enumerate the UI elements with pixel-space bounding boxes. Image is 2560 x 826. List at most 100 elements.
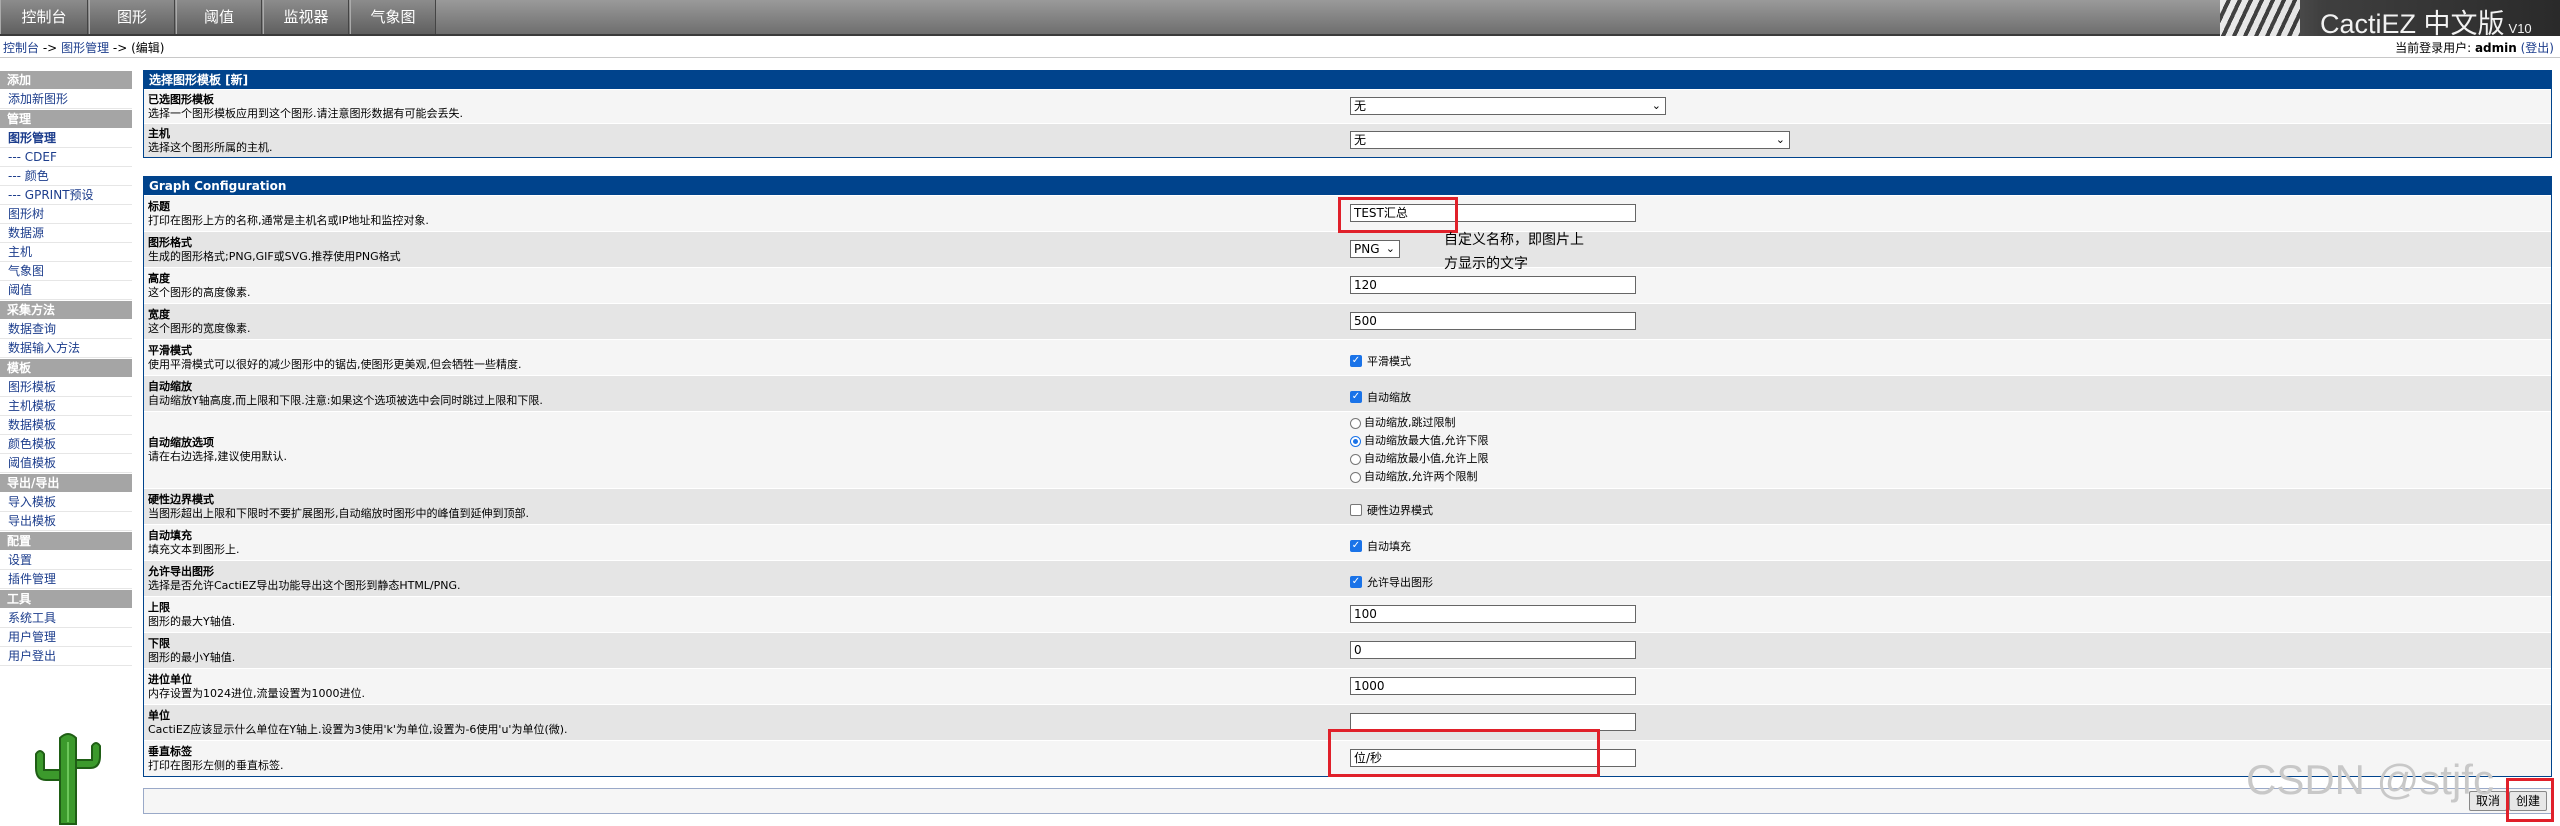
field-label-group: 允许导出图形 选择是否允许CactiEZ导出功能导出这个图形到静态HTML/PN… [148, 565, 461, 593]
field-description: 选择这个图形所属的主机. [148, 141, 273, 154]
slope-mode-checkbox[interactable]: ✓ [1350, 354, 1362, 367]
field-label-group: 宽度 这个图形的宽度像素. [148, 308, 251, 336]
host-select[interactable]: 无 ⌄ [1350, 131, 1790, 149]
field-label-group: 高度 这个图形的高度像素. [148, 272, 251, 300]
sidebar-item-graph-management[interactable]: 图形管理 [0, 129, 132, 148]
annotation-line: 方显示的文字 [1444, 256, 1528, 272]
checkbox-label: 平滑模式 [1367, 354, 1411, 368]
lower-limit-input[interactable]: 0 [1350, 641, 1636, 659]
radio-option[interactable]: 自动缩放,允许两个限制 [1350, 468, 1489, 486]
sidebar-item-gprint[interactable]: --- GPRINT预设 [0, 186, 132, 205]
radio-option[interactable]: 自动缩放最小值,允许上限 [1350, 450, 1489, 468]
sidebar-item-cdef[interactable]: --- CDEF [0, 148, 132, 167]
menu-header-collection: 采集方法 [0, 301, 132, 319]
radio-option[interactable]: 自动缩放最大值,允许下限 [1350, 432, 1489, 450]
field-description: 打印在图形上方的名称,通常是主机名或IP地址和监控对象. [148, 214, 429, 227]
rigid-mode-checkbox[interactable] [1350, 503, 1362, 516]
sidebar-item-thresholds[interactable]: 阈值 [0, 281, 132, 300]
radio-option[interactable]: 自动缩放,跳过限制 [1350, 414, 1489, 432]
field-description: 请在右边选择,建议使用默认. [148, 450, 287, 463]
sidebar-item-data-queries[interactable]: 数据查询 [0, 320, 132, 339]
radio-button[interactable] [1350, 417, 1361, 429]
logout-link[interactable]: (登出) [2521, 41, 2554, 55]
tab-graphs[interactable]: 图形 [89, 0, 175, 34]
sidebar-item-logout[interactable]: 用户登出 [0, 647, 132, 666]
radio-button[interactable] [1350, 471, 1361, 483]
form-row-auto-scale-options: 自动缩放选项 请在右边选择,建议使用默认. 自动缩放,跳过限制 自动缩放最大值,… [144, 411, 2551, 488]
radio-label: 自动缩放最小值,允许上限 [1364, 452, 1489, 465]
menu-header-templates: 模板 [0, 359, 132, 377]
sidebar-item-settings[interactable]: 设置 [0, 551, 132, 570]
field-label-group: 自动缩放 自动缩放Y轴高度,而上限和下限.注意:如果这个选项被选中会同时跳过上限… [148, 380, 543, 408]
auto-padding-checkbox-group: ✓ 自动填充 [1350, 535, 1411, 554]
field-label-group: 自动缩放选项 请在右边选择,建议使用默认. [148, 436, 287, 464]
sidebar-item-devices[interactable]: 主机 [0, 243, 132, 262]
chevron-down-icon: ⌄ [1775, 133, 1785, 146]
select-value: 无 [1354, 133, 1367, 147]
field-title: 进位单位 [148, 673, 192, 686]
base-value-input[interactable]: 1000 [1350, 677, 1636, 695]
brand-version: V10 [2508, 21, 2532, 36]
width-input[interactable]: 500 [1350, 312, 1636, 330]
sidebar-item-system-utilities[interactable]: 系统工具 [0, 609, 132, 628]
user-name: admin [2474, 41, 2517, 55]
graph-template-select[interactable]: 无 ⌄ [1350, 97, 1666, 115]
sidebar-item-graph-templates[interactable]: 图形模板 [0, 378, 132, 397]
form-row-image-format: 图形格式 生成的图形格式;PNG,GIF或SVG.推荐使用PNG格式 PNG ⌄ [144, 231, 2551, 267]
field-description: 内存设置为1024进位,流量设置为1000进位. [148, 687, 365, 700]
sidebar-item-user-management[interactable]: 用户管理 [0, 628, 132, 647]
form-row-rigid-mode: 硬性边界模式 当图形超出上限和下限时不要扩展图形,自动缩放时图形中的峰值到延伸到… [144, 488, 2551, 524]
tab-thresholds[interactable]: 阈值 [176, 0, 262, 34]
auto-scale-checkbox[interactable]: ✓ [1350, 390, 1362, 403]
sidebar-item-graph-tree[interactable]: 图形树 [0, 205, 132, 224]
sidebar-item-host-templates[interactable]: 主机模板 [0, 397, 132, 416]
select-value: 无 [1354, 99, 1367, 113]
sidebar-item-threshold-templates[interactable]: 阈值模板 [0, 454, 132, 473]
breadcrumb-graphs-link[interactable]: 图形管理 [61, 41, 109, 55]
sidebar-item-colors[interactable]: --- 颜色 [0, 167, 132, 186]
field-label-group: 单位 CactiEZ应该显示什么单位在Y轴上.设置为3使用'k'为单位,设置为-… [148, 709, 568, 737]
sidebar-item-weathermap[interactable]: 气象图 [0, 262, 132, 281]
radio-label: 自动缩放最大值,允许下限 [1364, 434, 1489, 447]
form-row-host: 主机 选择这个图形所属的主机. 无 ⌄ [144, 123, 2551, 157]
field-description: 选择一个图形模板应用到这个图形.请注意图形数据有可能会丢失. [148, 107, 463, 120]
sidebar-item-data-input-methods[interactable]: 数据输入方法 [0, 339, 132, 358]
sidebar-item-import-templates[interactable]: 导入模板 [0, 493, 132, 512]
tab-monitor[interactable]: 监视器 [263, 0, 349, 34]
auto-padding-checkbox[interactable]: ✓ [1350, 539, 1362, 552]
checkbox-label: 允许导出图形 [1367, 575, 1433, 589]
form-row-allow-export: 允许导出图形 选择是否允许CactiEZ导出功能导出这个图形到静态HTML/PN… [144, 560, 2551, 596]
image-format-select[interactable]: PNG ⌄ [1350, 240, 1400, 258]
radio-label: 自动缩放,允许两个限制 [1364, 470, 1478, 483]
upper-limit-input[interactable]: 100 [1350, 605, 1636, 623]
radio-button[interactable] [1350, 453, 1361, 465]
sidebar-item-data-sources[interactable]: 数据源 [0, 224, 132, 243]
field-description: 这个图形的宽度像素. [148, 322, 251, 335]
panel-title: Graph Configuration [144, 177, 2551, 195]
sidebar-item-plugin-management[interactable]: 插件管理 [0, 570, 132, 589]
sidebar-item-add-graph[interactable]: 添加新图形 [0, 90, 132, 109]
form-row-base-value: 进位单位 内存设置为1024进位,流量设置为1000进位. 1000 [144, 668, 2551, 704]
breadcrumb-separator: -> [112, 41, 128, 55]
breadcrumb-console-link[interactable]: 控制台 [3, 41, 39, 55]
brand-name: CactiEZ 中文版 [2320, 9, 2505, 39]
field-label-group: 进位单位 内存设置为1024进位,流量设置为1000进位. [148, 673, 365, 701]
chevron-down-icon: ⌄ [1385, 242, 1395, 255]
radio-label: 自动缩放,跳过限制 [1364, 416, 1456, 429]
sidebar-item-data-templates[interactable]: 数据模板 [0, 416, 132, 435]
allow-export-checkbox[interactable]: ✓ [1350, 575, 1362, 588]
radio-button-selected[interactable] [1350, 435, 1361, 447]
field-title: 标题 [148, 200, 170, 213]
form-row-width: 宽度 这个图形的宽度像素. 500 [144, 303, 2551, 339]
field-description: 这个图形的高度像素. [148, 286, 251, 299]
tab-console[interactable]: 控制台 [0, 0, 88, 34]
tab-weathermap[interactable]: 气象图 [350, 0, 436, 34]
field-label-group: 标题 打印在图形上方的名称,通常是主机名或IP地址和监控对象. [148, 200, 429, 228]
height-input[interactable]: 120 [1350, 276, 1636, 294]
form-row-auto-padding: 自动填充 填充文本到图形上. ✓ 自动填充 [144, 524, 2551, 560]
sidebar-item-color-templates[interactable]: 颜色模板 [0, 435, 132, 454]
breadcrumb-bar: 控制台 -> 图形管理 -> (编辑) 当前登录用户: admin (登出) [0, 38, 2560, 58]
sidebar-item-export-templates[interactable]: 导出模板 [0, 512, 132, 531]
field-title: 宽度 [148, 308, 170, 321]
annotation-line: 自定义名称，即图片上 [1444, 232, 1584, 248]
